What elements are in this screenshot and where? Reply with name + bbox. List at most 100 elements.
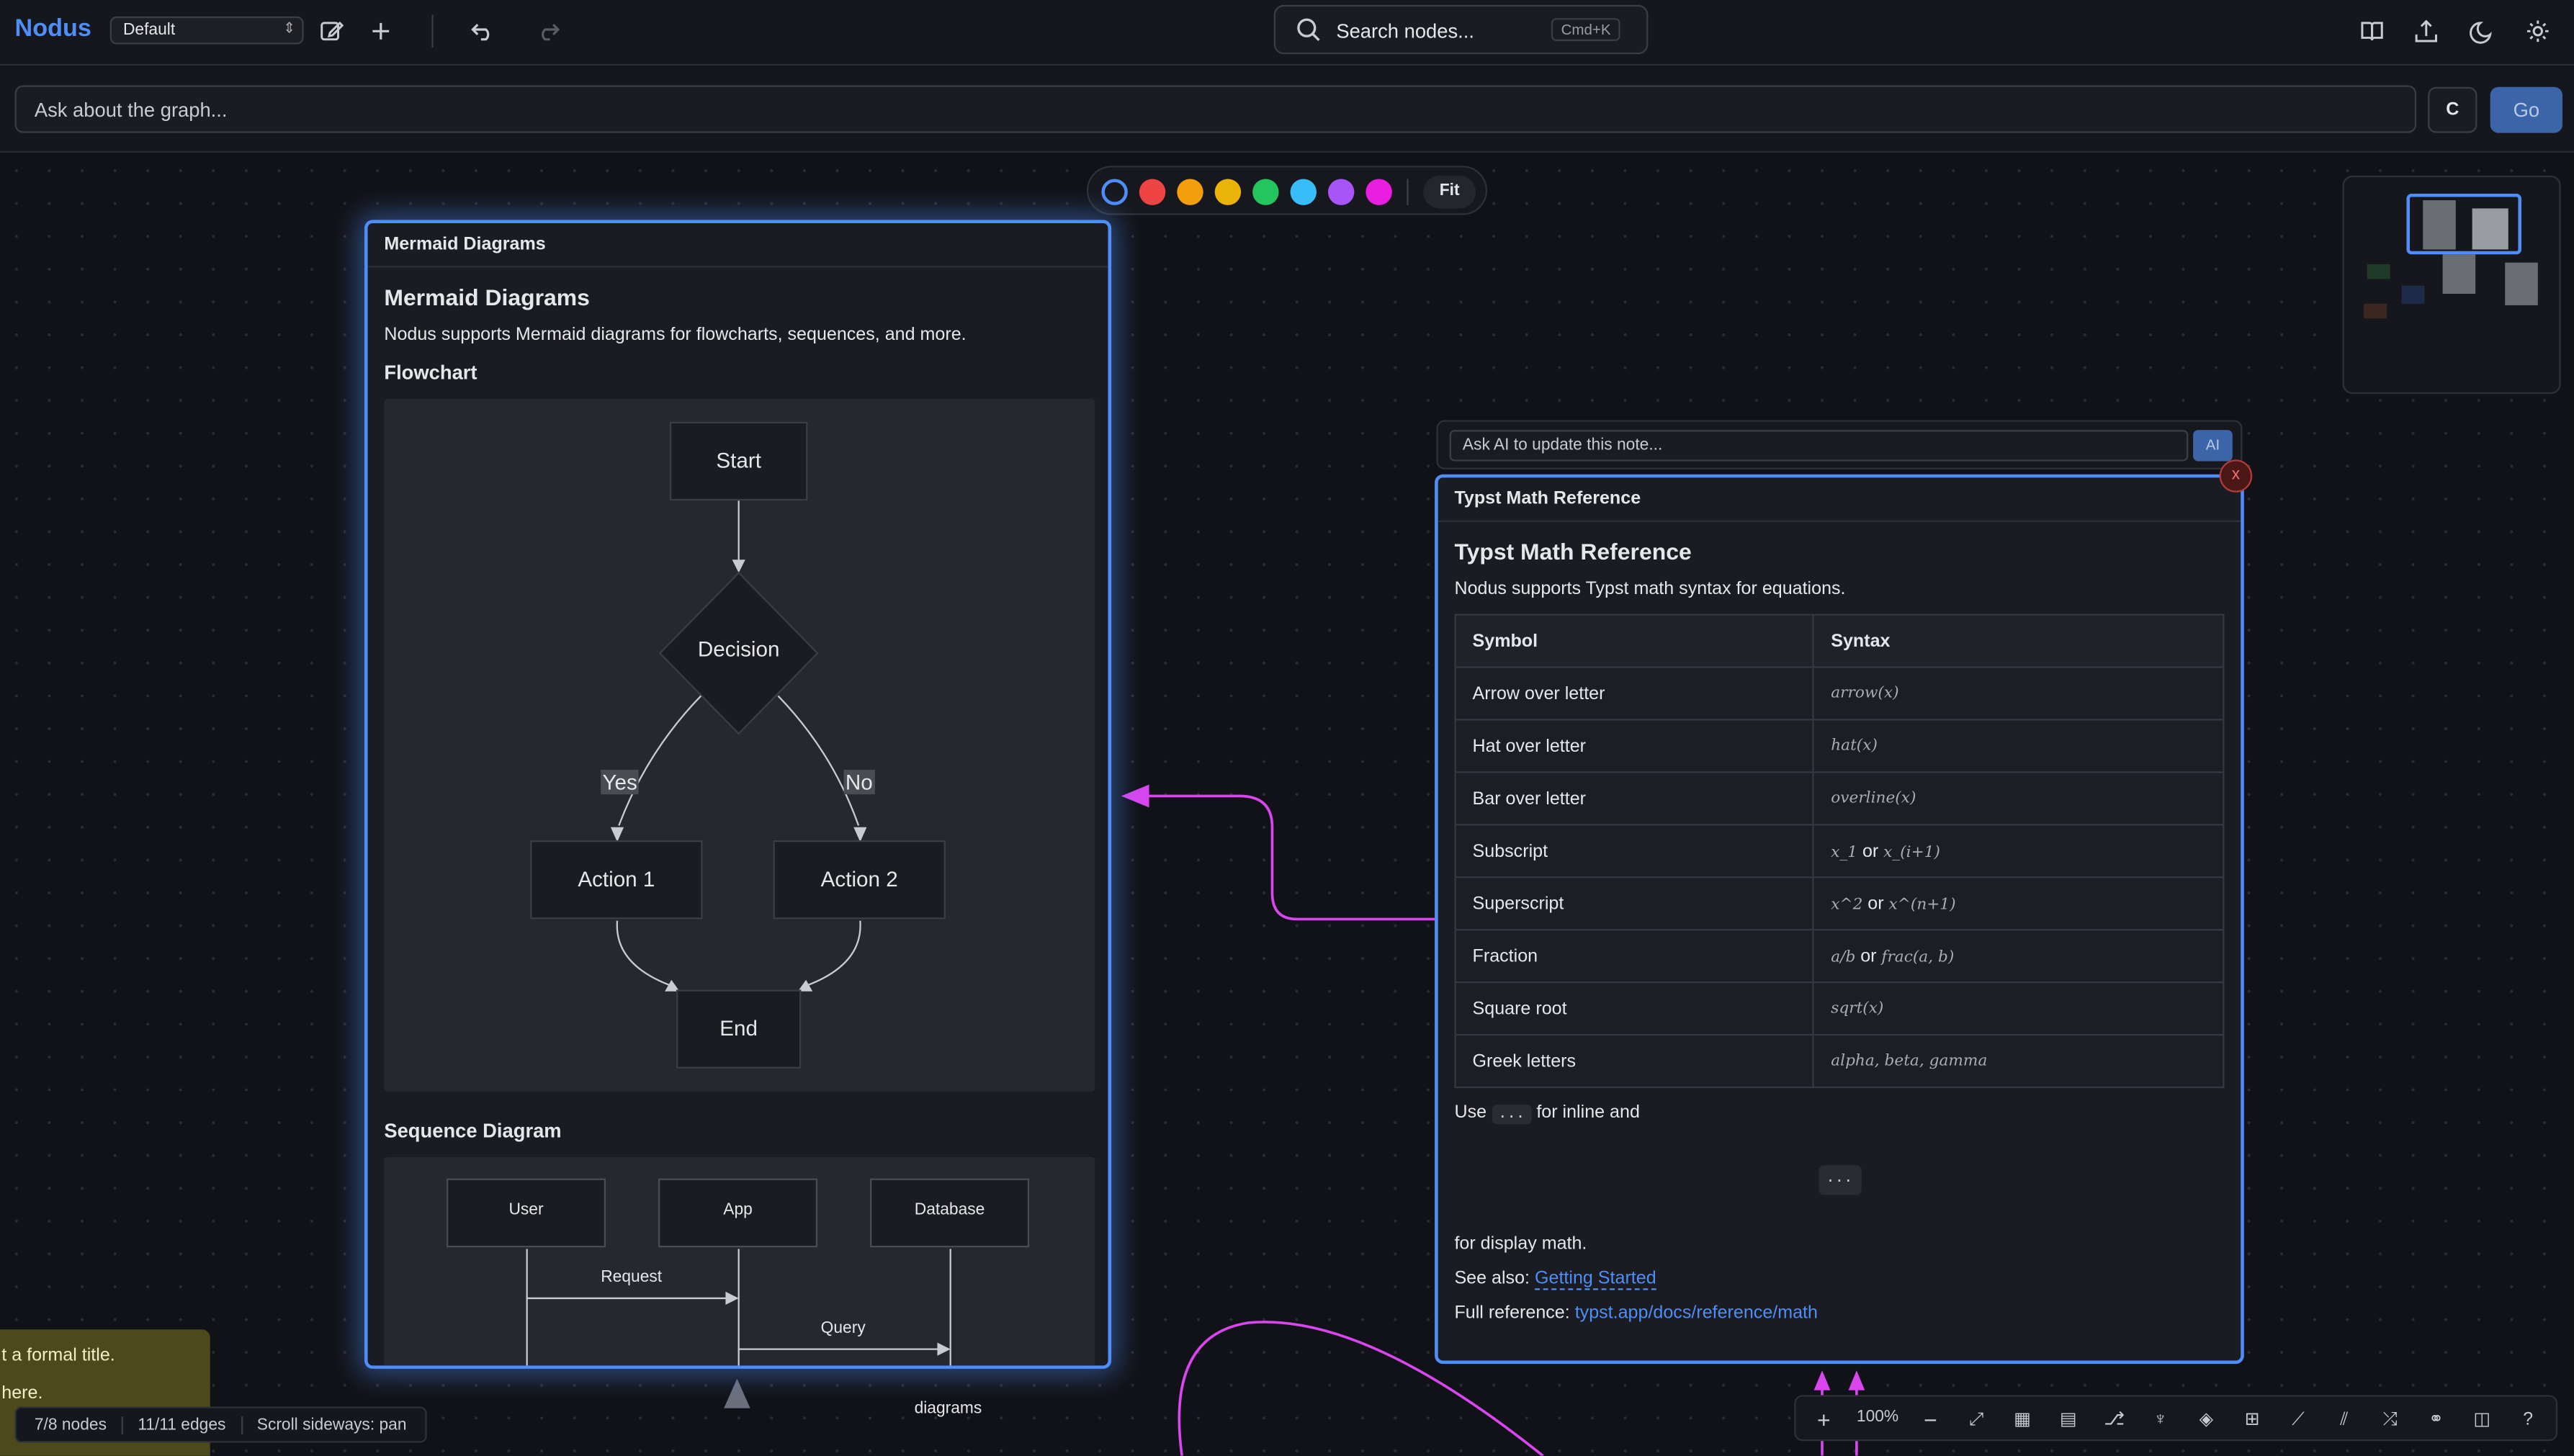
ask-bar: Ask about the graph... C Go [0, 67, 2574, 153]
sidebar-icon[interactable]: ◫ [2469, 1406, 2495, 1432]
typst-reference-link[interactable]: typst.app/docs/reference/math [1575, 1303, 1818, 1323]
swatch-green[interactable] [1252, 179, 1279, 205]
note-ai-button[interactable]: AI [2193, 430, 2233, 462]
table-row: Fraction a/b or frac(a, b) [1454, 929, 2225, 984]
swatch-orange[interactable] [1177, 179, 1203, 205]
symbol-cell: Greek letters [1454, 1033, 1815, 1089]
moon-icon[interactable] [2466, 15, 2499, 48]
card-header[interactable]: Typst Math Reference [1438, 477, 2241, 522]
close-icon[interactable]: x [2219, 459, 2253, 493]
swatch-yellow[interactable] [1214, 179, 1242, 205]
top-bar: Nodus Default ⇕ Search nodes... Cmd+K [0, 0, 2574, 66]
layout-grid-icon[interactable]: ▤ [2055, 1406, 2081, 1432]
sequence-diagram: User App Database Request Query [384, 1156, 1095, 1366]
syntax-cell: x^2 or x^(n+1) [1813, 876, 2225, 931]
note-text: here. [1, 1383, 43, 1403]
swatch-magenta[interactable] [1366, 179, 1392, 205]
note-ai-input[interactable]: Ask AI to update this note... [1449, 430, 2189, 462]
lines-icon[interactable]: ⫽ [2331, 1406, 2357, 1432]
zoom-level: 100% [1856, 1408, 1899, 1426]
swatch-blue[interactable] [1290, 179, 1317, 205]
node-action-1: Action 1 [530, 840, 703, 920]
actor-app: App [658, 1178, 818, 1248]
node-decision: Decision [697, 637, 780, 662]
settings-gear-icon[interactable] [2521, 15, 2555, 48]
getting-started-link[interactable]: Getting Started [1535, 1268, 1656, 1290]
minimap-node [2442, 254, 2476, 294]
card-title: Mermaid Diagrams [384, 284, 590, 310]
column-header-syntax: Syntax [1813, 614, 2225, 668]
palette-divider [1407, 179, 1409, 205]
node-start: Start [669, 421, 808, 501]
shuffle-icon[interactable]: ⤮ [2377, 1406, 2403, 1432]
symbol-cell: Subscript [1454, 824, 1815, 878]
node-end: End [676, 989, 802, 1069]
go-button[interactable]: Go [2490, 86, 2562, 133]
graph-canvas[interactable]: Fit Mermaid Diagrams Mermaid Diagrams No… [0, 154, 2574, 1456]
syntax-cell: alpha, beta, gamma [1813, 1033, 2225, 1089]
inline-code: ... [1492, 1104, 1532, 1125]
minimap-node [2364, 303, 2387, 319]
node-count: 7/8 nodes [19, 1415, 123, 1434]
clear-button[interactable]: C [2428, 86, 2477, 133]
swatch-none[interactable] [1101, 179, 1128, 205]
node-action-2: Action 2 [773, 840, 946, 920]
add-icon[interactable] [364, 15, 398, 48]
edge-arrowhead-up-1 [1813, 1370, 1831, 1390]
fit-button[interactable]: Fit [1423, 175, 1476, 209]
note-card-mermaid[interactable]: Mermaid Diagrams Mermaid Diagrams Nodus … [364, 220, 1112, 1369]
table-row: Bar over letter overline(x) [1454, 771, 2225, 826]
line-chart-icon[interactable]: ⟋ [2285, 1406, 2311, 1432]
edit-icon[interactable] [315, 15, 349, 48]
syntax-cell: hat(x) [1813, 719, 2225, 773]
undo-icon[interactable] [466, 15, 499, 48]
card-intro: Nodus supports Mermaid diagrams for flow… [384, 325, 967, 345]
zoom-out-icon[interactable]: − [1917, 1406, 1943, 1432]
export-icon[interactable] [2410, 15, 2443, 48]
pan-hint: Scroll sideways: pan [256, 1415, 407, 1434]
note-text: t a formal title. [1, 1346, 115, 1366]
minimap-node [2367, 264, 2390, 279]
flowchart-connectors [610, 500, 867, 992]
edge-count: 11/11 edges [123, 1415, 243, 1434]
redo-icon[interactable] [532, 15, 565, 48]
table-row: Hat over letter hat(x) [1454, 719, 2225, 773]
diamond-icon[interactable]: ◈ [2193, 1406, 2219, 1432]
ask-graph-input[interactable]: Ask about the graph... [14, 85, 2417, 133]
help-icon[interactable]: ? [2515, 1406, 2541, 1432]
note-card-typst[interactable]: Typst Math Reference Typst Math Referenc… [1435, 474, 2244, 1365]
color-palette: Fit [1086, 166, 1488, 215]
swatch-red[interactable] [1139, 179, 1166, 205]
note-ai-bar: Ask AI to update this note... AI [1436, 420, 2243, 469]
brand-logo[interactable]: Nodus [15, 15, 91, 43]
table-header-row: Symbol Syntax [1454, 614, 2225, 668]
minimap[interactable] [2342, 175, 2561, 395]
minimap-node [2401, 285, 2425, 304]
edge-arrowhead-up-2 [1848, 1370, 1865, 1390]
preset-label: Default [122, 21, 176, 40]
search-bar[interactable]: Search nodes... Cmd+K [1273, 4, 1649, 55]
hierarchy-icon[interactable]: ♆ [2147, 1406, 2173, 1432]
cluster-icon[interactable]: ⚭ [2423, 1406, 2449, 1432]
book-icon[interactable] [2356, 15, 2389, 48]
inline-math-note: Use ... for inline and [1454, 1103, 2224, 1125]
code-block: ... [1818, 1165, 1861, 1195]
syntax-cell: arrow(x) [1813, 666, 2225, 721]
card-header[interactable]: Mermaid Diagrams [367, 223, 1108, 268]
grid-icon[interactable]: ▦ [2009, 1406, 2035, 1432]
actor-database: Database [870, 1178, 1030, 1248]
minimap-viewport[interactable] [2406, 193, 2522, 255]
table-icon[interactable]: ⊞ [2239, 1406, 2265, 1432]
expand-icon[interactable]: ⤢ [1963, 1406, 1989, 1432]
card-intro: Nodus supports Typst math syntax for equ… [1454, 579, 1846, 599]
node-label-diagrams[interactable]: diagrams [915, 1400, 982, 1418]
zoom-in-icon[interactable]: + [1811, 1406, 1837, 1432]
sequence-heading: Sequence Diagram [384, 1119, 562, 1143]
graph-icon[interactable]: ⎇ [2102, 1406, 2127, 1432]
symbol-cell: Hat over letter [1454, 719, 1815, 773]
table-row: Subscript x_1 or x_(i+1) [1454, 824, 2225, 878]
swatch-purple[interactable] [1327, 179, 1355, 205]
flowchart-diagram: Start Decision Yes No Action 1 Action 2 … [384, 398, 1095, 1092]
flowchart-heading: Flowchart [384, 361, 477, 385]
preset-select[interactable]: Default ⇕ [109, 16, 304, 45]
